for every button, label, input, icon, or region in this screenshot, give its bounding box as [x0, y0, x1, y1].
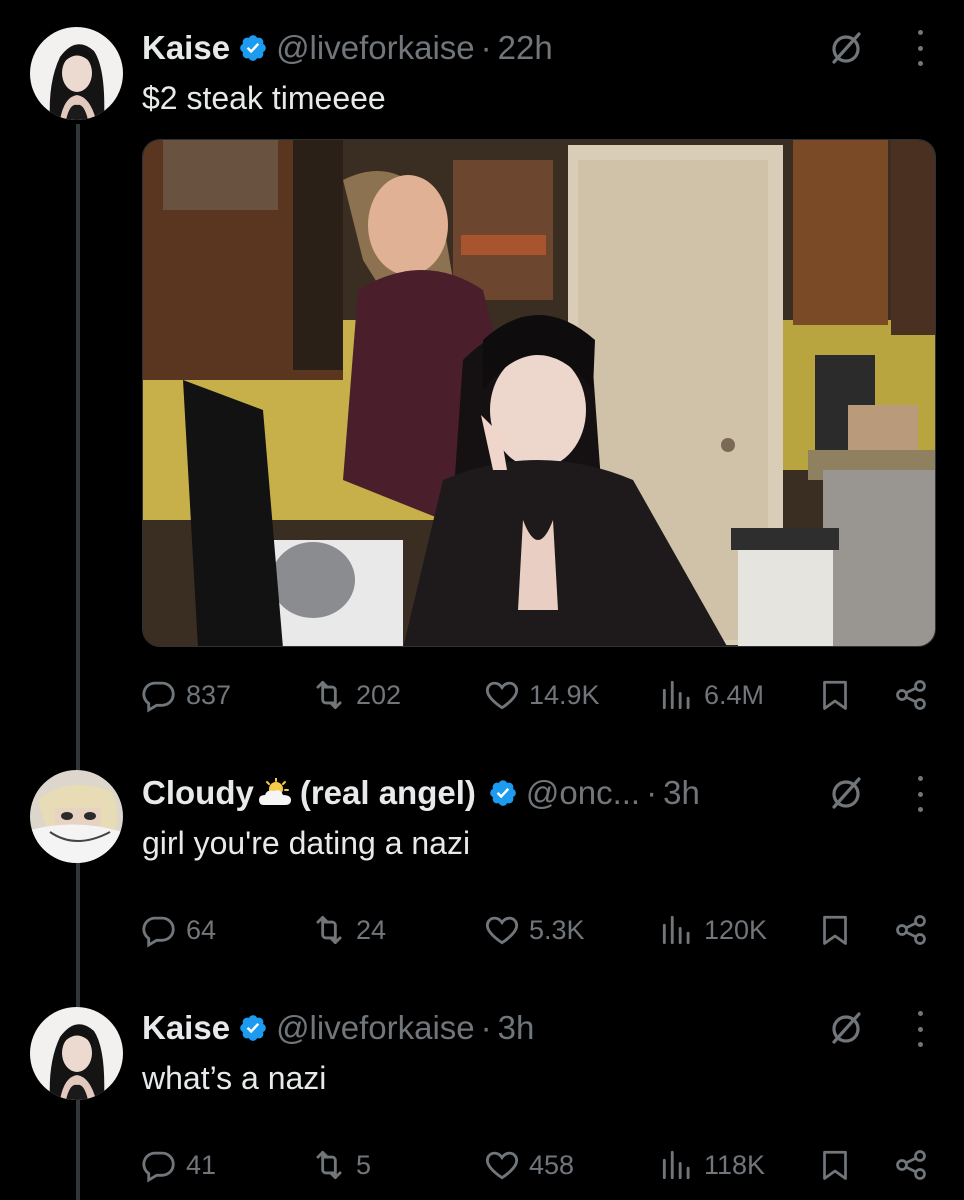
- repost-count: 202: [356, 679, 402, 710]
- tweet-2[interactable]: Cloudy (real angel) @onc... · 3h girl yo…: [0, 740, 964, 1000]
- like-button[interactable]: 14.9K: [483, 675, 600, 715]
- reply-count: 41: [186, 1149, 217, 1180]
- verified-badge-icon: [238, 1013, 268, 1043]
- reply-icon: [142, 916, 175, 948]
- reply-button[interactable]: 41: [140, 1145, 216, 1185]
- repost-icon: [316, 680, 342, 710]
- views-button[interactable]: 120K: [658, 910, 767, 950]
- tweet-3[interactable]: Kaise @liveforkaise · 3h what’s a nazi 4…: [0, 1000, 964, 1200]
- handle[interactable]: @liveforkaise: [276, 29, 475, 67]
- handle[interactable]: @onc...: [526, 774, 640, 812]
- tweet-header: Kaise @liveforkaise · 3h: [142, 1008, 534, 1048]
- display-name-suffix[interactable]: (real angel): [300, 774, 476, 812]
- bookmark-button[interactable]: [816, 910, 854, 950]
- like-button[interactable]: 458: [483, 1145, 574, 1185]
- views-count: 6.4M: [704, 679, 765, 710]
- like-icon: [485, 1151, 519, 1180]
- tweet-actions: 837 202 14.9K 6.4M: [140, 675, 940, 715]
- reply-button[interactable]: 64: [140, 910, 216, 950]
- like-button[interactable]: 5.3K: [483, 910, 585, 950]
- handle[interactable]: @liveforkaise: [276, 1009, 475, 1047]
- share-button[interactable]: [892, 675, 930, 715]
- share-button[interactable]: [892, 1145, 930, 1185]
- like-count: 14.9K: [529, 679, 600, 710]
- separator-dot: ·: [480, 1009, 492, 1046]
- like-icon: [485, 916, 519, 945]
- display-name[interactable]: Cloudy: [142, 774, 254, 812]
- display-name[interactable]: Kaise: [142, 1009, 230, 1047]
- timestamp[interactable]: 3h: [663, 774, 700, 812]
- views-count: 120K: [704, 914, 768, 945]
- more-icon[interactable]: [914, 776, 926, 812]
- bookmark-icon: [823, 1150, 847, 1180]
- like-count: 458: [529, 1149, 575, 1180]
- reply-button[interactable]: 837: [140, 675, 231, 715]
- timestamp[interactable]: 22h: [498, 29, 553, 67]
- reply-count: 837: [186, 679, 232, 710]
- bookmark-button[interactable]: [816, 1145, 854, 1185]
- views-button[interactable]: 118K: [658, 1145, 765, 1185]
- separator-dot: ·: [646, 774, 658, 811]
- bookmark-icon: [823, 915, 847, 945]
- repost-count: 5: [356, 1149, 372, 1180]
- repost-icon: [316, 1150, 342, 1180]
- verified-badge-icon: [238, 33, 268, 63]
- grok-icon[interactable]: [826, 28, 866, 68]
- repost-icon: [316, 915, 342, 945]
- tweet-header: Kaise @liveforkaise · 22h: [142, 28, 553, 68]
- reply-icon: [142, 1151, 175, 1183]
- tweet-actions: 41 5 458 118K: [140, 1145, 940, 1185]
- tweet-text: what’s a nazi: [142, 1060, 327, 1096]
- reply-icon: [142, 681, 175, 713]
- views-button[interactable]: 6.4M: [658, 675, 764, 715]
- repost-count: 24: [356, 914, 387, 945]
- bookmark-button[interactable]: [816, 675, 854, 715]
- grok-icon[interactable]: [826, 1008, 866, 1048]
- verified-badge-icon: [488, 778, 518, 808]
- tweet-text: girl you're dating a nazi: [142, 825, 471, 861]
- cloud-sun-emoji: [258, 777, 292, 808]
- separator-dot: ·: [480, 29, 492, 66]
- avatar[interactable]: [30, 770, 123, 863]
- avatar[interactable]: [30, 27, 123, 120]
- more-icon[interactable]: [914, 30, 926, 66]
- views-icon: [662, 680, 690, 710]
- repost-button[interactable]: 24: [310, 910, 386, 950]
- tweet-header: Cloudy (real angel) @onc... · 3h: [142, 773, 700, 813]
- display-name[interactable]: Kaise: [142, 29, 230, 67]
- more-icon[interactable]: [914, 1011, 926, 1047]
- repost-button[interactable]: 5: [310, 1145, 371, 1185]
- like-icon: [485, 681, 519, 710]
- views-icon: [662, 915, 690, 945]
- tweet-actions: 64 24 5.3K 120K: [140, 910, 940, 950]
- tweet-text: $2 steak timeeee: [142, 80, 386, 116]
- share-button[interactable]: [892, 910, 930, 950]
- views-count: 118K: [704, 1149, 766, 1180]
- bookmark-icon: [823, 680, 847, 710]
- share-icon: [896, 915, 926, 945]
- reply-count: 64: [186, 914, 217, 945]
- grok-icon[interactable]: [826, 773, 866, 813]
- share-icon: [896, 1150, 926, 1180]
- views-icon: [662, 1150, 690, 1180]
- like-count: 5.3K: [529, 914, 585, 945]
- tweet-1[interactable]: Kaise @liveforkaise · 22h $2 steak timee…: [0, 0, 964, 740]
- avatar[interactable]: [30, 1007, 123, 1100]
- repost-button[interactable]: 202: [310, 675, 401, 715]
- share-icon: [896, 680, 926, 710]
- timestamp[interactable]: 3h: [498, 1009, 535, 1047]
- tweet-photo[interactable]: [142, 139, 936, 647]
